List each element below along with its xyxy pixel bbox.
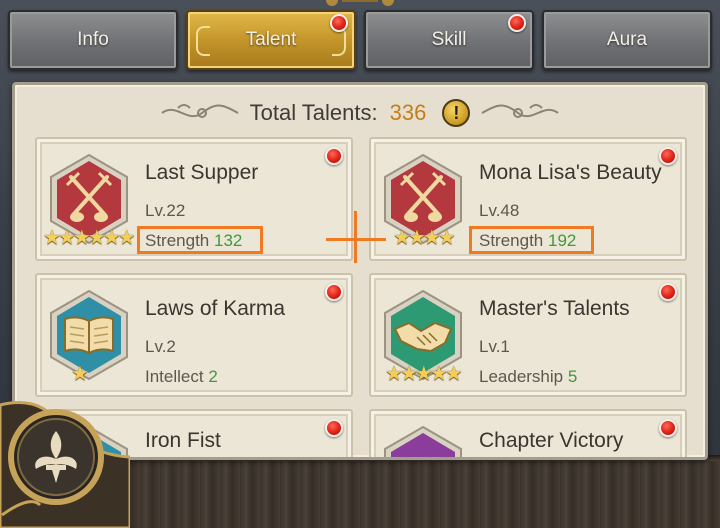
talent-level: Lv.2 bbox=[145, 337, 176, 356]
notification-dot bbox=[659, 283, 677, 301]
talent-card-chapter-victory[interactable]: Chapter Victory bbox=[369, 409, 687, 457]
talent-level: Lv.22 bbox=[145, 201, 186, 220]
star-rating: ★ ★ ★ ★ bbox=[393, 227, 456, 249]
talent-name: Last Supper bbox=[145, 161, 259, 184]
talent-name: Chapter Victory bbox=[479, 429, 624, 452]
notification-dot bbox=[508, 14, 526, 32]
tab-skill[interactable]: Skill bbox=[364, 10, 534, 70]
talent-name: Laws of Karma bbox=[145, 297, 286, 320]
tab-info-label: Info bbox=[77, 29, 109, 50]
notification-dot bbox=[330, 14, 348, 32]
talent-name: Iron Fist bbox=[145, 429, 221, 452]
notification-dot bbox=[325, 147, 343, 165]
talent-name: Mona Lisa's Beauty bbox=[479, 161, 662, 184]
tab-aura-label: Aura bbox=[606, 29, 648, 50]
talent-stat: Strength 132 bbox=[145, 231, 243, 250]
star-rating: ★ ★ ★ ★ ★ bbox=[385, 363, 463, 385]
fleur-de-lis-icon[interactable] bbox=[0, 395, 130, 528]
top-ornament bbox=[326, 0, 394, 6]
open-book-icon bbox=[50, 289, 128, 381]
flourish-right-icon bbox=[481, 104, 559, 118]
notification-dot bbox=[659, 147, 677, 165]
tab-aura[interactable]: Aura bbox=[542, 10, 712, 70]
crosshair-vertical bbox=[354, 211, 357, 263]
talent-card-mona-lisas-beauty[interactable]: ★ ★ ★ ★ Mona Lisa's Beauty Lv.48 Strength 1… bbox=[369, 137, 687, 261]
info-icon[interactable]: ! bbox=[442, 99, 471, 127]
talent-stat: Intellect 2 bbox=[145, 367, 218, 386]
notification-dot bbox=[325, 283, 343, 301]
notification-dot bbox=[659, 419, 677, 437]
star-rating: ★ ★ ★ ★ ★ ★ bbox=[43, 227, 136, 249]
notification-dot bbox=[325, 419, 343, 437]
tab-talent[interactable]: Talent bbox=[186, 10, 356, 70]
tab-skill-label: Skill bbox=[431, 29, 467, 50]
flourish-left-icon bbox=[161, 104, 239, 118]
tab-talent-label: Talent bbox=[245, 29, 297, 50]
victory-icon bbox=[384, 425, 462, 457]
talent-stat: Strength 192 bbox=[479, 231, 577, 250]
total-talents-label: Total Talents: bbox=[249, 100, 378, 125]
total-talents-count: 336 bbox=[389, 100, 427, 125]
star-rating: ★ bbox=[71, 363, 89, 385]
talent-header: Total Talents: 336 ! bbox=[15, 93, 705, 133]
talent-stat: Leadership 5 bbox=[479, 367, 578, 386]
talent-card-masters-talents[interactable]: ★ ★ ★ ★ ★ Master's Talents Lv.1 Leadership 5 bbox=[369, 273, 687, 397]
talent-card-laws-of-karma[interactable]: ★ Laws of Karma Lv.2 Intellect 2 bbox=[35, 273, 353, 397]
talent-name: Master's Talents bbox=[479, 297, 630, 320]
talent-level: Lv.48 bbox=[479, 201, 520, 220]
tab-info[interactable]: Info bbox=[8, 10, 178, 70]
talent-level: Lv.1 bbox=[479, 337, 510, 356]
talent-card-last-supper[interactable]: ★ ★ ★ ★ ★ ★ Last Supper Lv.22 Strength 132 bbox=[35, 137, 353, 261]
